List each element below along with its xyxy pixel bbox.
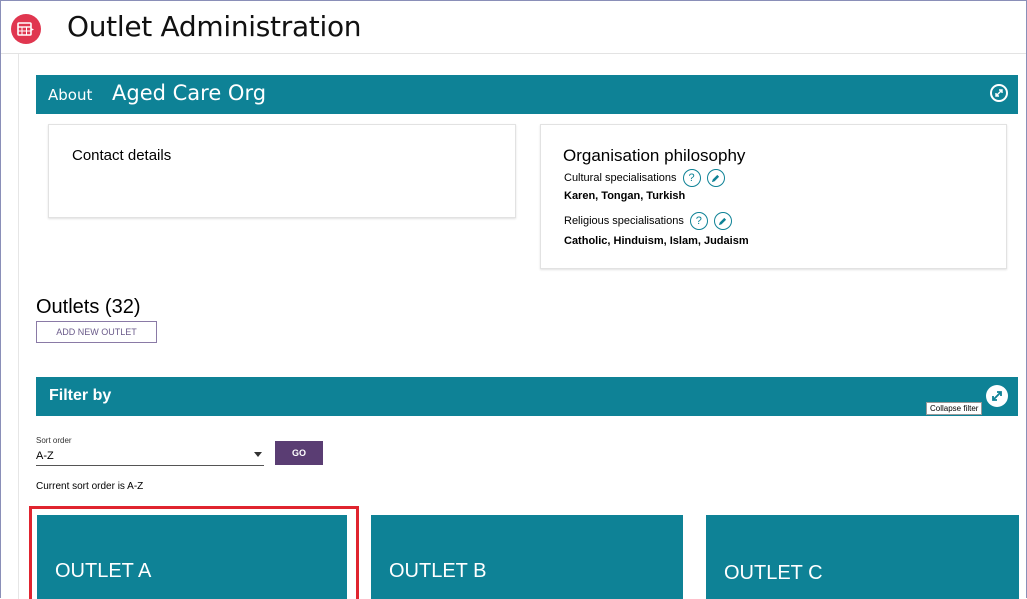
go-button[interactable]: GO	[275, 441, 323, 465]
outlet-tile[interactable]: OUTLET B	[371, 515, 683, 599]
about-label: About	[48, 86, 93, 104]
caret-down-icon	[254, 452, 262, 457]
collapse-filter-tooltip: Collapse filter	[926, 402, 983, 415]
help-icon[interactable]: ?	[682, 169, 701, 187]
app-header: Outlet Administration	[1, 1, 1026, 54]
add-new-outlet-button[interactable]: ADD NEW OUTLET	[36, 321, 157, 343]
religious-specialisations-values: Catholic, Hinduism, Islam, Judaism	[564, 235, 749, 247]
page-title: Outlet Administration	[67, 10, 362, 43]
expand-icon[interactable]	[990, 84, 1008, 102]
religious-specialisations-label: Religious specialisations	[564, 215, 684, 227]
edit-pencil-icon[interactable]	[713, 212, 732, 230]
cultural-specialisations-row: Cultural specialisations ?	[564, 169, 725, 187]
outlets-title: Outlets (32)	[36, 296, 141, 318]
collapse-icon[interactable]	[986, 385, 1008, 407]
outlet-tile-name: OUTLET A	[55, 560, 152, 582]
edit-pencil-icon[interactable]	[706, 169, 725, 187]
outlet-tile-name: OUTLET C	[724, 562, 823, 584]
outlet-tile-name: OUTLET B	[389, 560, 487, 582]
sort-order-select[interactable]: A-Z	[36, 446, 264, 466]
outlet-tile[interactable]: OUTLET A	[37, 515, 347, 599]
filter-header-bar: Filter by	[36, 377, 1018, 416]
sort-order-value: A-Z	[36, 450, 54, 462]
contact-details-card: Contact details	[48, 124, 516, 218]
cultural-specialisations-label: Cultural specialisations	[564, 172, 677, 184]
organisation-philosophy-card: Organisation philosophy Cultural special…	[540, 124, 1007, 269]
organisation-name: Aged Care Org	[112, 81, 267, 105]
philosophy-title: Organisation philosophy	[563, 146, 746, 165]
outlet-tile[interactable]: OUTLET C	[706, 515, 1019, 599]
cultural-specialisations-values: Karen, Tongan, Turkish	[564, 190, 686, 202]
contact-details-title: Contact details	[72, 147, 172, 164]
filter-label: Filter by	[49, 387, 112, 404]
sort-order-label: Sort order	[36, 436, 72, 445]
religious-specialisations-row: Religious specialisations ?	[564, 212, 732, 230]
help-icon[interactable]: ?	[689, 212, 708, 230]
sort-status-text: Current sort order is A-Z	[36, 481, 144, 492]
calendar-grid-icon	[11, 14, 41, 44]
about-header-bar: About Aged Care Org	[36, 75, 1018, 114]
